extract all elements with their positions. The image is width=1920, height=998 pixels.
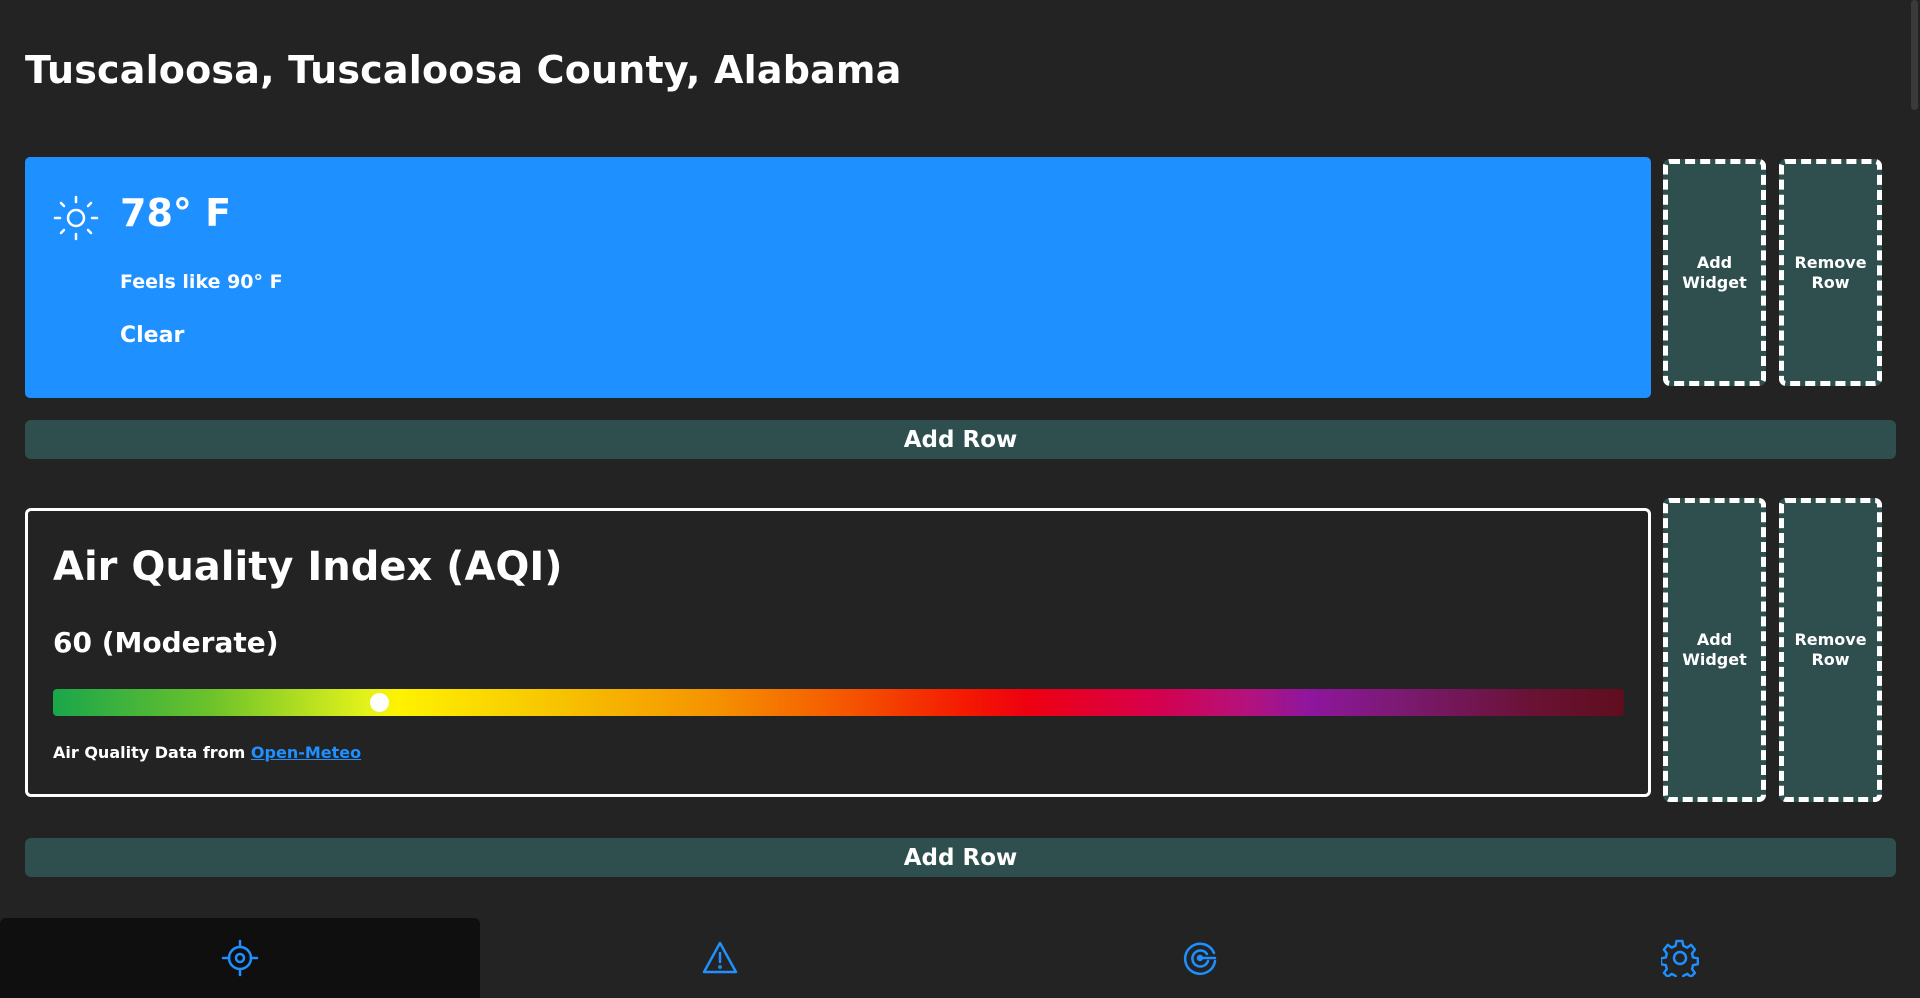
temperature-value: 78° F bbox=[120, 191, 232, 235]
aqi-title: Air Quality Index (AQI) bbox=[53, 544, 563, 590]
bottom-navigation bbox=[0, 918, 1920, 998]
add-row-button[interactable]: Add Row bbox=[25, 420, 1896, 459]
remove-row-label-2: Row bbox=[1811, 650, 1850, 669]
remove-row-button[interactable]: Remove Row bbox=[1779, 159, 1882, 386]
page-title: Tuscaloosa, Tuscaloosa County, Alabama bbox=[25, 48, 902, 92]
aqi-scale-bar bbox=[53, 689, 1624, 716]
remove-row-button[interactable]: Remove Row bbox=[1779, 498, 1882, 802]
add-widget-button[interactable]: Add Widget bbox=[1663, 498, 1766, 802]
nav-settings[interactable] bbox=[1440, 918, 1920, 998]
aqi-source-text: Air Quality Data from Open-Meteo bbox=[53, 743, 361, 762]
weather-condition: Clear bbox=[120, 323, 185, 348]
aqi-value: 60 (Moderate) bbox=[53, 626, 279, 659]
nav-radar[interactable] bbox=[960, 918, 1440, 998]
open-meteo-link[interactable]: Open-Meteo bbox=[251, 743, 361, 762]
sun-icon bbox=[53, 195, 99, 241]
add-row-button[interactable]: Add Row bbox=[25, 838, 1896, 877]
weather-widget[interactable]: 78° F Feels like 90° F Clear bbox=[25, 157, 1651, 398]
page: Tuscaloosa, Tuscaloosa County, Alabama 7… bbox=[0, 0, 1920, 998]
widget-row-1: 78° F Feels like 90° F Clear Add Widget … bbox=[25, 157, 1896, 399]
add-widget-label-1: Add bbox=[1696, 630, 1733, 649]
location-target-icon bbox=[221, 939, 259, 977]
add-widget-label-1: Add bbox=[1696, 252, 1733, 272]
nav-alerts[interactable] bbox=[480, 918, 960, 998]
nav-location[interactable] bbox=[0, 918, 480, 998]
aqi-source-prefix: Air Quality Data from bbox=[53, 743, 246, 762]
scrollbar-thumb[interactable] bbox=[1911, 0, 1918, 110]
add-widget-button[interactable]: Add Widget bbox=[1663, 159, 1766, 386]
remove-row-label-2: Row bbox=[1811, 272, 1850, 292]
aqi-widget[interactable]: Air Quality Index (AQI) 60 (Moderate) Ai… bbox=[25, 508, 1651, 797]
gear-icon bbox=[1661, 939, 1699, 977]
warning-icon bbox=[702, 941, 738, 974]
radar-icon bbox=[1183, 942, 1217, 976]
add-widget-label-2: Widget bbox=[1682, 650, 1747, 669]
widget-row-2: Air Quality Index (AQI) 60 (Moderate) Ai… bbox=[25, 498, 1896, 804]
add-widget-label-2: Widget bbox=[1682, 272, 1747, 292]
remove-row-label-1: Remove bbox=[1794, 630, 1867, 649]
feels-like-text: Feels like 90° F bbox=[120, 271, 283, 293]
vertical-scrollbar[interactable] bbox=[1908, 0, 1920, 918]
aqi-marker bbox=[370, 693, 390, 712]
remove-row-label-1: Remove bbox=[1794, 252, 1867, 272]
